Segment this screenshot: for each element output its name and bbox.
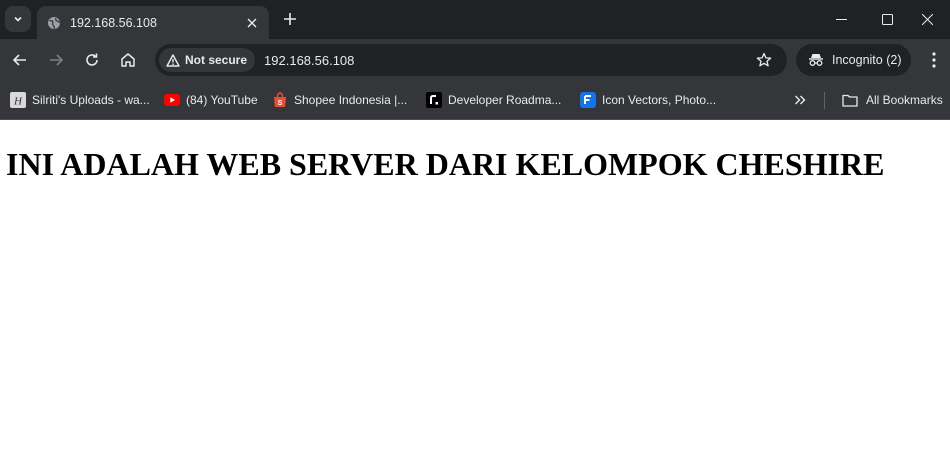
bookmarks-divider	[824, 92, 825, 109]
bookmark-item[interactable]: Developer Roadma...	[426, 81, 561, 119]
chevron-double-right-icon	[795, 95, 806, 105]
roadmap-icon	[426, 92, 442, 108]
bookmark-label: Icon Vectors, Photo...	[602, 93, 717, 107]
all-bookmarks-label: All Bookmarks	[866, 93, 943, 107]
plus-icon	[284, 13, 296, 25]
silriti-icon: H	[10, 92, 26, 108]
arrow-left-icon	[12, 54, 26, 66]
back-button[interactable]	[8, 48, 32, 72]
url-text[interactable]: 192.168.56.108	[264, 53, 755, 68]
bookmark-label: Silriti's Uploads - wa...	[32, 93, 150, 107]
home-icon	[121, 53, 135, 67]
svg-text:S: S	[278, 100, 283, 107]
youtube-icon	[164, 92, 180, 108]
freepik-icon	[580, 92, 596, 108]
reload-button[interactable]	[80, 48, 104, 72]
browser-chrome: 192.168.56.108 Not secure 192.168.56.108…	[0, 0, 950, 120]
bookmarks-overflow-button[interactable]	[794, 81, 806, 119]
active-tab[interactable]: 192.168.56.108	[37, 6, 269, 39]
bookmark-label: Developer Roadma...	[448, 93, 562, 107]
security-chip[interactable]: Not secure	[159, 48, 256, 72]
arrow-right-icon	[50, 54, 64, 66]
close-icon	[921, 14, 933, 25]
tab-search-button[interactable]	[5, 6, 31, 32]
folder-icon	[842, 92, 858, 108]
close-tab-icon[interactable]	[244, 15, 260, 31]
incognito-button[interactable]: Incognito (2)	[796, 44, 911, 76]
incognito-label: Incognito (2)	[832, 53, 902, 67]
close-window-button[interactable]	[904, 0, 950, 39]
new-tab-button[interactable]	[281, 10, 299, 28]
bookmark-item[interactable]: (84) YouTube	[164, 81, 258, 119]
security-label: Not secure	[185, 53, 248, 67]
more-vert-icon	[932, 52, 936, 68]
bookmarks-bar: H Silriti's Uploads - wa... (84) YouTube…	[0, 81, 950, 120]
reload-icon	[86, 53, 98, 66]
menu-button[interactable]	[924, 48, 944, 72]
bookmark-star-icon[interactable]	[755, 51, 773, 69]
home-button[interactable]	[116, 48, 140, 72]
svg-text:H: H	[13, 96, 23, 108]
warning-icon	[166, 53, 180, 67]
incognito-icon	[808, 53, 824, 67]
bookmark-item[interactable]: Icon Vectors, Photo...	[580, 81, 716, 119]
bookmark-item[interactable]: S Shopee Indonesia |...	[272, 81, 407, 119]
tab-strip: 192.168.56.108	[0, 0, 950, 39]
address-bar[interactable]: Not secure 192.168.56.108	[155, 44, 787, 76]
minimize-button[interactable]	[818, 0, 864, 39]
toolbar: Not secure 192.168.56.108 Incognito (2)	[0, 39, 950, 81]
shopee-icon: S	[272, 92, 288, 108]
minimize-icon	[835, 19, 847, 20]
chevron-down-icon	[14, 16, 22, 22]
maximize-icon	[881, 14, 893, 25]
page-heading: INI ADALAH WEB SERVER DARI KELOMPOK CHES…	[6, 146, 885, 182]
bookmark-label: Shopee Indonesia |...	[294, 93, 408, 107]
bookmark-label: (84) YouTube	[186, 93, 258, 107]
forward-button[interactable]	[44, 48, 68, 72]
page-content: INI ADALAH WEB SERVER DARI KELOMPOK CHES…	[0, 120, 950, 189]
all-bookmarks-button[interactable]: All Bookmarks	[842, 81, 943, 119]
bookmark-item[interactable]: H Silriti's Uploads - wa...	[10, 81, 150, 119]
globe-icon	[47, 16, 61, 30]
tab-title: 192.168.56.108	[70, 15, 157, 30]
